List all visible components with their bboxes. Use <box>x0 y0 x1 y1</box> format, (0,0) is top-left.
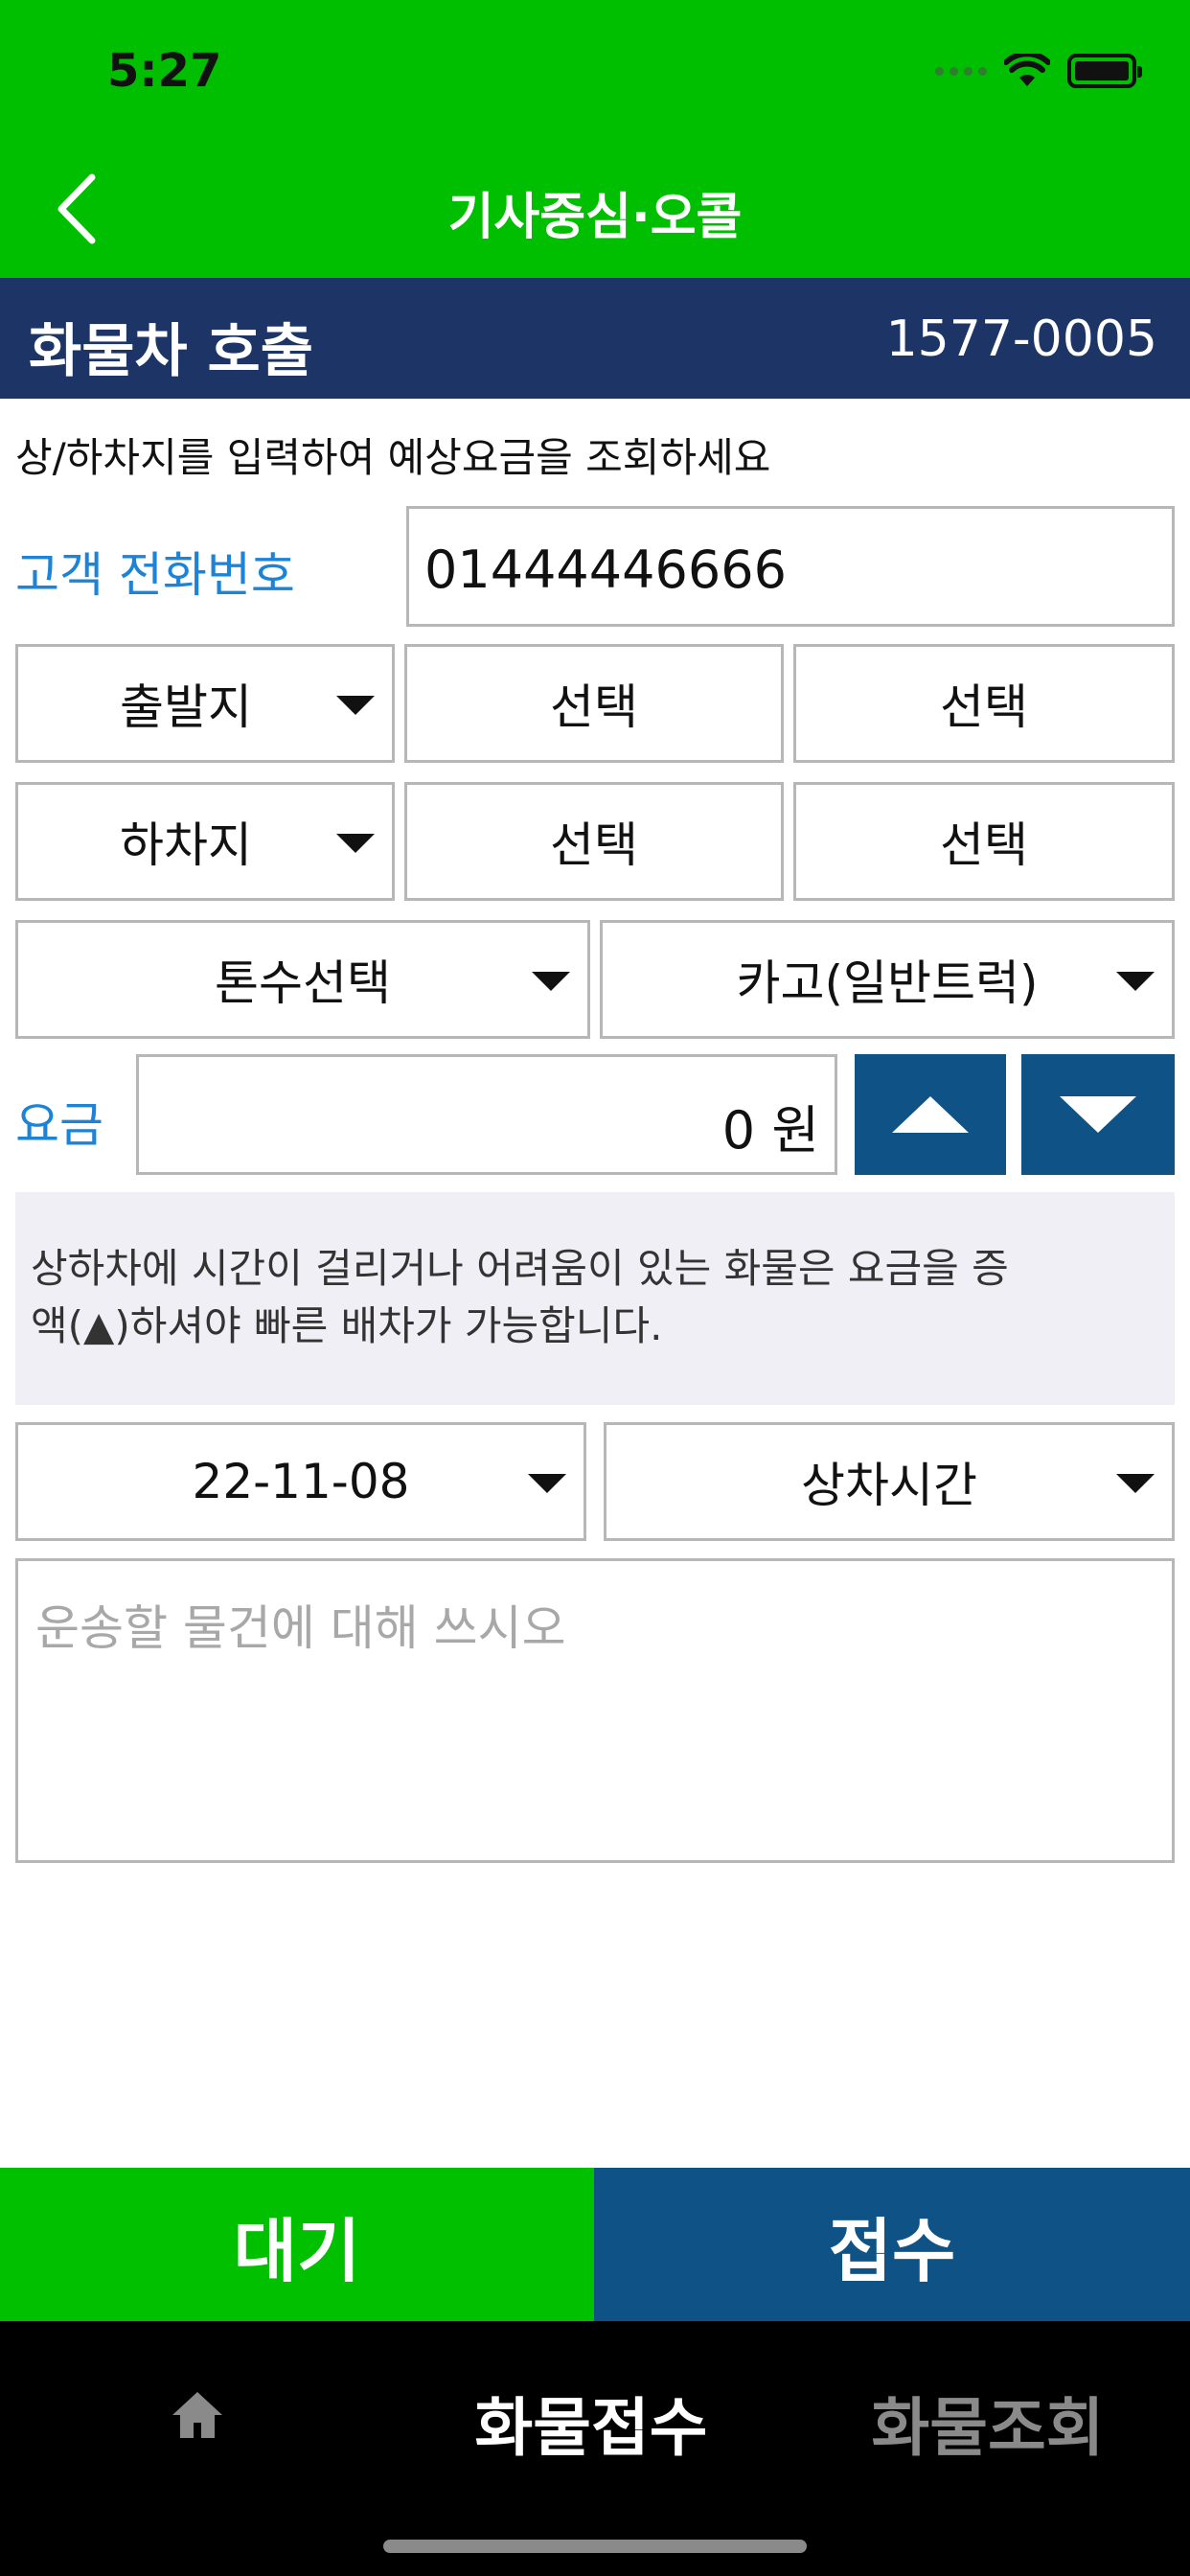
tab-cargo-intake[interactable]: 화물접수 <box>395 2377 788 2469</box>
arrival-type-label: 하차지 <box>120 817 252 873</box>
status-icons <box>935 54 1142 88</box>
tab-bar: 화물접수 화물조회 <box>0 2321 1190 2576</box>
app-screen: 5:27 기사중심·오콜 화물차 호출 1577-0005 상/하차지를 입력하… <box>0 0 1190 2576</box>
tonnage-label: 톤수선택 <box>215 955 391 1011</box>
phone-number[interactable]: 1577-0005 <box>886 310 1157 368</box>
page-title: 화물차 호출 <box>29 318 313 385</box>
arrival-select-1[interactable]: 선택 <box>404 782 784 901</box>
dropdown-arrow-icon <box>528 1474 566 1493</box>
triangle-down-icon <box>1060 1096 1136 1133</box>
fee-decrease-button[interactable] <box>1021 1054 1175 1175</box>
departure-select-2[interactable]: 선택 <box>793 644 1175 763</box>
wifi-icon <box>1004 54 1050 86</box>
tonnage-select[interactable]: 톤수선택 <box>15 920 590 1039</box>
dropdown-arrow-icon <box>1116 972 1155 991</box>
departure-type-select[interactable]: 출발지 <box>15 644 395 763</box>
notice-line-2: 액(▲)하셔야 빠른 배차가 가능합니다. <box>31 1302 663 1349</box>
dropdown-arrow-icon <box>336 834 375 853</box>
vehicle-type-select[interactable]: 카고(일반트럭) <box>600 920 1175 1039</box>
dropdown-arrow-icon <box>336 696 375 715</box>
arrival-select-2-label: 선택 <box>940 817 1028 873</box>
signal-icon <box>935 66 987 76</box>
customer-phone-value: 01444446666 <box>424 540 787 600</box>
title-bar: 화물차 호출 1577-0005 <box>0 278 1190 399</box>
header: 5:27 기사중심·오콜 <box>0 0 1190 278</box>
fee-increase-button[interactable] <box>855 1054 1006 1175</box>
cargo-description-textarea[interactable]: 운송할 물건에 대해 쓰시오 <box>15 1558 1175 1863</box>
fee-notice: 상하차에 시간이 걸리거나 어려움이 있는 화물은 요금을 증 액(▲)하셔야 … <box>15 1192 1175 1405</box>
instruction-text: 상/하차지를 입력하여 예상요금을 조회하세요 <box>15 434 771 481</box>
date-value: 22-11-08 <box>192 1454 410 1509</box>
loading-time-label: 상차시간 <box>801 1458 977 1513</box>
loading-time-select[interactable]: 상차시간 <box>604 1422 1175 1541</box>
dropdown-arrow-icon <box>532 972 570 991</box>
home-indicator <box>383 2540 807 2553</box>
vehicle-type-label: 카고(일반트럭) <box>736 955 1039 1011</box>
customer-phone-input[interactable]: 01444446666 <box>406 506 1175 627</box>
arrival-select-1-label: 선택 <box>550 817 638 873</box>
fee-value: 0 <box>721 1100 756 1161</box>
status-time: 5:27 <box>107 44 222 98</box>
dropdown-arrow-icon <box>1116 1474 1155 1493</box>
cargo-description-placeholder: 운송할 물건에 대해 쓰시오 <box>35 1600 566 1656</box>
departure-select-1[interactable]: 선택 <box>404 644 784 763</box>
arrival-select-2[interactable]: 선택 <box>793 782 1175 901</box>
notice-line-1: 상하차에 시간이 걸리거나 어려움이 있는 화물은 요금을 증 <box>31 1245 1009 1292</box>
departure-select-2-label: 선택 <box>940 679 1028 735</box>
home-icon <box>172 2392 222 2438</box>
tab-cargo-lookup[interactable]: 화물조회 <box>791 2377 1184 2469</box>
nav-title: 기사중심·오콜 <box>447 189 743 246</box>
submit-button[interactable]: 접수 <box>594 2168 1190 2321</box>
arrival-type-select[interactable]: 하차지 <box>15 782 395 901</box>
customer-phone-label: 고객 전화번호 <box>15 547 295 603</box>
tab-home[interactable] <box>169 2386 226 2444</box>
triangle-up-icon <box>892 1096 969 1133</box>
departure-select-1-label: 선택 <box>550 679 638 735</box>
date-select[interactable]: 22-11-08 <box>15 1422 586 1541</box>
fee-display: 0 원 <box>722 1088 819 1163</box>
fee-label: 요금 <box>15 1097 103 1153</box>
fee-unit: 원 <box>771 1100 819 1161</box>
wait-button[interactable]: 대기 <box>0 2168 594 2321</box>
fee-input[interactable]: 0 원 <box>136 1054 837 1175</box>
departure-type-label: 출발지 <box>120 679 252 735</box>
battery-icon <box>1067 54 1142 88</box>
